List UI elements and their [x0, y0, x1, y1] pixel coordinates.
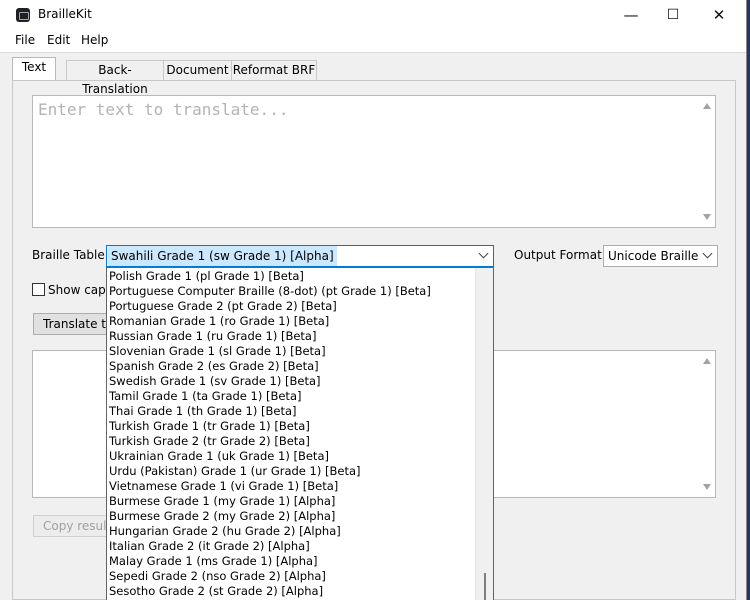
dropdown-option[interactable]: Sesotho Grade 2 (st Grade 2) [Alpha]: [107, 584, 477, 599]
dropdown-option[interactable]: Spanish Grade 2 (es Grade 2) [Beta]: [107, 359, 477, 374]
dropdown-scrollbar[interactable]: [475, 268, 493, 600]
show-capitals-checkbox[interactable]: [32, 283, 45, 296]
dropdown-option[interactable]: Swedish Grade 1 (sv Grade 1) [Beta]: [107, 374, 477, 389]
dropdown-option[interactable]: Ukrainian Grade 1 (uk Grade 1) [Beta]: [107, 449, 477, 464]
close-button[interactable]: ✕: [696, 0, 742, 30]
scroll-down-icon[interactable]: [703, 214, 711, 220]
dropdown-option[interactable]: Polish Grade 1 (pl Grade 1) [Beta]: [107, 269, 477, 284]
input-placeholder: Enter text to translate...: [38, 100, 289, 119]
maximize-button[interactable]: ☐: [650, 0, 696, 30]
braille-table-value: Swahili Grade 1 (sw Grade 1) [Alpha]: [108, 246, 337, 266]
tab-document[interactable]: Document: [163, 60, 232, 80]
output-format-label: Output Format:: [514, 248, 606, 262]
dropdown-option[interactable]: Thai Grade 1 (th Grade 1) [Beta]: [107, 404, 477, 419]
translate-button[interactable]: Translate tex: [33, 313, 109, 335]
input-scrollbar[interactable]: [699, 96, 715, 227]
dropdown-option[interactable]: Portuguese Grade 2 (pt Grade 2) [Beta]: [107, 299, 477, 314]
copy-result-button[interactable]: Copy result: [33, 515, 109, 537]
scroll-up-icon[interactable]: [703, 358, 711, 364]
app-window: BrailleKit — ☐ ✕ File Edit Help Text Bac…: [0, 0, 747, 600]
window-title: BrailleKit: [38, 7, 92, 21]
dropdown-option[interactable]: Romanian Grade 1 (ro Grade 1) [Beta]: [107, 314, 477, 329]
input-textarea[interactable]: Enter text to translate...: [32, 95, 716, 228]
dropdown-option[interactable]: Urdu (Pakistan) Grade 1 (ur Grade 1) [Be…: [107, 464, 477, 479]
dropdown-option[interactable]: Sepedi Grade 2 (nso Grade 2) [Alpha]: [107, 569, 477, 584]
tab-reformat-brf[interactable]: Reformat BRF: [231, 60, 317, 80]
chevron-down-icon: [478, 248, 489, 259]
dropdown-option[interactable]: Vietnamese Grade 1 (vi Grade 1) [Beta]: [107, 479, 477, 494]
app-icon: [16, 8, 30, 22]
dropdown-option[interactable]: Portuguese Computer Braille (8-dot) (pt …: [107, 284, 477, 299]
dropdown-option[interactable]: Burmese Grade 2 (my Grade 2) [Alpha]: [107, 509, 477, 524]
scroll-down-icon[interactable]: [703, 484, 711, 490]
scroll-up-icon[interactable]: [703, 103, 711, 109]
braille-table-select[interactable]: Swahili Grade 1 (sw Grade 1) [Alpha]: [106, 245, 494, 267]
dropdown-scroll-thumb[interactable]: [484, 573, 486, 600]
menu-help[interactable]: Help: [81, 33, 108, 47]
braille-table-label: Braille Table:: [32, 248, 109, 262]
dropdown-option[interactable]: Slovenian Grade 1 (sl Grade 1) [Beta]: [107, 344, 477, 359]
minimize-button[interactable]: —: [608, 0, 654, 30]
braille-table-options: Polish Grade 1 (pl Grade 1) [Beta] Portug…: [107, 269, 477, 599]
dropdown-option[interactable]: Burmese Grade 1 (my Grade 1) [Alpha]: [107, 494, 477, 509]
dropdown-option[interactable]: Tamil Grade 1 (ta Grade 1) [Beta]: [107, 389, 477, 404]
dropdown-option[interactable]: Italian Grade 2 (it Grade 2) [Alpha]: [107, 539, 477, 554]
chevron-down-icon: [702, 248, 713, 259]
braille-table-dropdown: Polish Grade 1 (pl Grade 1) [Beta] Portug…: [106, 267, 494, 600]
dropdown-option[interactable]: Turkish Grade 1 (tr Grade 1) [Beta]: [107, 419, 477, 434]
dropdown-option[interactable]: Russian Grade 1 (ru Grade 1) [Beta]: [107, 329, 477, 344]
dropdown-option[interactable]: Malay Grade 1 (ms Grade 1) [Alpha]: [107, 554, 477, 569]
output-format-value: Unicode Braille: [608, 249, 699, 263]
output-scrollbar[interactable]: [699, 351, 715, 497]
tab-text[interactable]: Text: [12, 57, 56, 80]
dropdown-option[interactable]: Hungarian Grade 2 (hu Grade 2) [Alpha]: [107, 524, 477, 539]
menu-edit[interactable]: Edit: [47, 33, 70, 47]
dropdown-option[interactable]: Turkish Grade 2 (tr Grade 2) [Beta]: [107, 434, 477, 449]
show-capitals-label: Show capit: [48, 283, 114, 297]
title-bar[interactable]: BrailleKit — ☐ ✕: [0, 0, 746, 30]
output-format-select[interactable]: Unicode Braille: [603, 245, 718, 267]
menu-bar: File Edit Help: [0, 30, 746, 53]
tab-back-translation[interactable]: Back-Translation: [66, 60, 164, 96]
menu-file[interactable]: File: [15, 33, 35, 47]
